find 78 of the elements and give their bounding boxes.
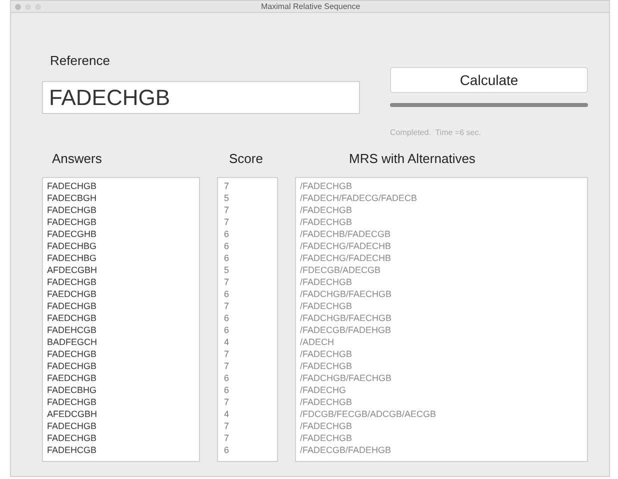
reference-label: Reference xyxy=(49,53,111,69)
score-item[interactable]: 6 xyxy=(224,324,271,336)
score-item[interactable]: 6 xyxy=(224,444,271,456)
answer-item[interactable]: FAEDCHGB xyxy=(47,312,195,324)
answer-item[interactable]: FADECHGB xyxy=(47,276,195,288)
answer-item[interactable]: AFEDCGBH xyxy=(47,408,195,420)
mrs-item[interactable]: /FADECHG/FADECHB xyxy=(300,252,583,264)
mrs-item[interactable]: /FADECHGB xyxy=(300,276,583,288)
score-item[interactable]: 6 xyxy=(224,240,271,252)
score-item[interactable]: 6 xyxy=(224,312,271,324)
column-header: Score xyxy=(228,150,264,168)
mrs-item[interactable]: /FADECHGB xyxy=(300,204,583,216)
score-item[interactable]: 7 xyxy=(224,420,271,432)
answer-item[interactable]: FAEDCHGB xyxy=(47,372,195,384)
calculate-button[interactable]: Calculate xyxy=(390,67,588,93)
score-item[interactable]: 7 xyxy=(224,432,271,444)
score-item[interactable]: 7 xyxy=(224,216,271,228)
score-item[interactable]: 5 xyxy=(224,192,271,204)
score-item[interactable]: 7 xyxy=(224,276,271,288)
mrs-item[interactable]: /FADECHGB xyxy=(300,420,583,432)
mrs-item[interactable]: /FADECHGB xyxy=(300,180,583,192)
score-item[interactable]: 7 xyxy=(224,204,271,216)
score-item[interactable]: 7 xyxy=(224,180,271,192)
answer-item[interactable]: FADECHGB xyxy=(47,420,195,432)
status-text: Completed. Time =6 sec. xyxy=(390,127,482,139)
score-item[interactable]: 6 xyxy=(224,372,271,384)
answer-item[interactable]: FADECHGB xyxy=(47,204,195,216)
score-item[interactable]: 7 xyxy=(224,396,271,408)
answer-item[interactable]: FADEHCGB xyxy=(47,324,195,336)
score-item[interactable]: 6 xyxy=(224,288,271,300)
score-item[interactable]: 7 xyxy=(224,300,271,312)
score-item[interactable]: 4 xyxy=(224,408,271,420)
mrs-item[interactable]: /FADECHG xyxy=(300,384,583,396)
mrs-item[interactable]: /FADECGB/FADEHGB xyxy=(300,324,583,336)
mrs-item[interactable]: /FADECH/FADECG/FADECB xyxy=(300,192,583,204)
mrs-item[interactable]: /ADECH xyxy=(300,336,583,348)
answer-item[interactable]: FADECHGB xyxy=(47,300,195,312)
mrs-item[interactable]: /FDECGB/ADECGB xyxy=(300,264,583,276)
window-title: Maximal Relative Sequence xyxy=(261,2,360,12)
score-item[interactable]: 6 xyxy=(224,228,271,240)
score-item[interactable]: 6 xyxy=(224,252,271,264)
answer-item[interactable]: FADECHGB xyxy=(47,180,195,192)
mrs-item[interactable]: /FADECHG/FADECHB xyxy=(300,240,583,252)
answer-item[interactable]: FADEHCGB xyxy=(47,444,195,456)
mrs-item[interactable]: /FADECHGB xyxy=(300,396,583,408)
mrs-item[interactable]: /FADCHGB/FAECHGB xyxy=(300,312,583,324)
mrs-item[interactable]: /FADECHGB xyxy=(300,216,583,228)
answer-item[interactable]: AFDECGBH xyxy=(47,264,195,276)
mrs-item[interactable]: /FADECHGB xyxy=(300,360,583,372)
answer-item[interactable]: FADECHBG xyxy=(47,240,195,252)
mrs-item[interactable]: /FADECHGB xyxy=(300,348,583,360)
score-item[interactable]: 7 xyxy=(224,360,271,372)
answer-item[interactable]: FADECHGB xyxy=(47,216,195,228)
answer-item[interactable]: FADECHGB xyxy=(47,360,195,372)
score-item[interactable]: 7 xyxy=(224,348,271,360)
mrs-item[interactable]: /FADCHGB/FAECHGB xyxy=(300,372,583,384)
mrs-item[interactable]: /FADECHGB xyxy=(300,432,583,444)
mrs-item[interactable]: /FADECHB/FADECGB xyxy=(300,228,583,240)
close-button[interactable] xyxy=(15,4,21,10)
mrs-item[interactable]: /FADECHGB xyxy=(300,300,583,312)
mrs-item[interactable]: /FADCHGB/FAECHGB xyxy=(300,288,583,300)
mrs-item[interactable]: /FADECGB/FADEHGB xyxy=(300,444,583,456)
answer-item[interactable]: FAEDCHGB xyxy=(47,288,195,300)
score-item[interactable]: 4 xyxy=(224,336,271,348)
mrs-item[interactable]: /FDCGB/FECGB/ADCGB/AECGB xyxy=(300,408,583,420)
answer-item[interactable]: FADECHGB xyxy=(47,348,195,360)
answer-item[interactable]: FADECBHG xyxy=(47,384,195,396)
answer-item[interactable]: FADECBGH xyxy=(47,192,195,204)
answer-item[interactable]: FADECHGB xyxy=(47,432,195,444)
reference-field[interactable]: FADECHGB xyxy=(42,81,360,114)
answer-item[interactable]: FADECGHB xyxy=(47,228,195,240)
answer-item[interactable]: FADECHBG xyxy=(47,252,195,264)
score-item[interactable]: 6 xyxy=(224,384,271,396)
column-header: MRS with Alternatives xyxy=(348,150,476,168)
answer-item[interactable]: BADFEGCH xyxy=(47,336,195,348)
score-item[interactable]: 5 xyxy=(224,264,271,276)
answer-item[interactable]: FADECHGB xyxy=(47,396,195,408)
column-header: Answers xyxy=(51,150,103,168)
